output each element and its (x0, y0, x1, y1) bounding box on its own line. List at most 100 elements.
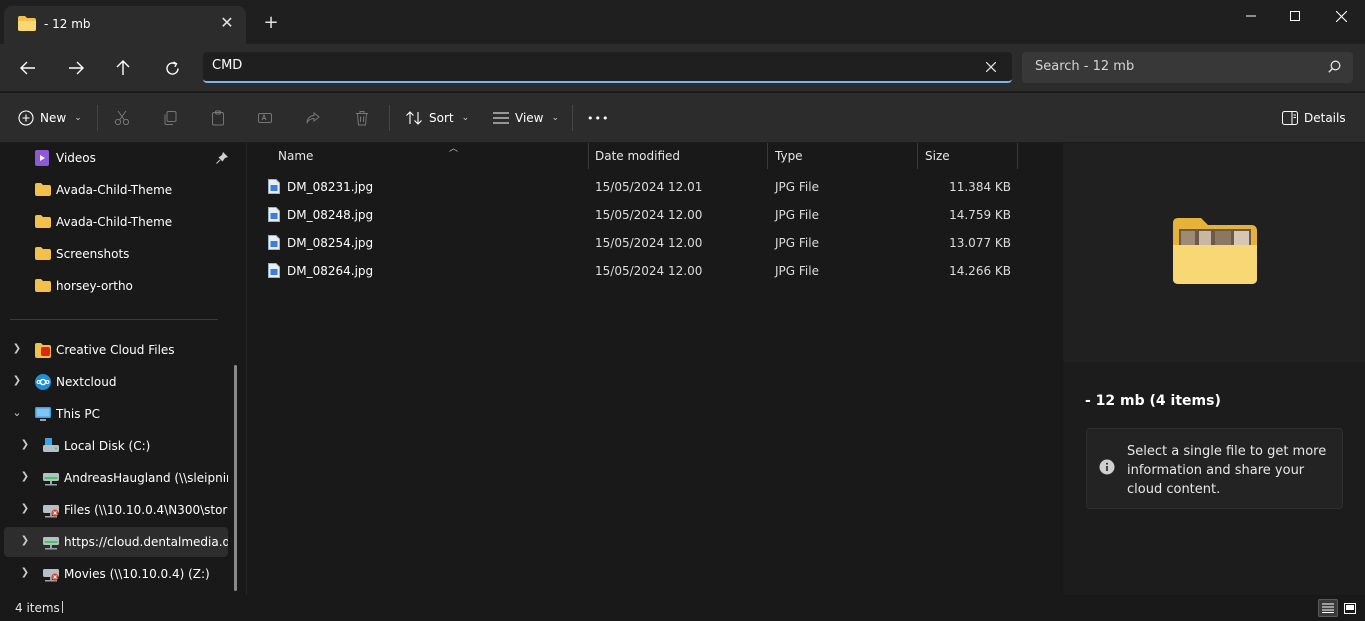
sidebar-scrollbar[interactable] (234, 365, 237, 591)
chevron-down-icon[interactable]: ⌄ (10, 406, 24, 419)
chevron-right-icon[interactable]: ❯ (18, 535, 32, 546)
chevron-right-icon[interactable]: ❯ (18, 567, 32, 578)
details-pane-button[interactable]: Details (1282, 105, 1346, 131)
image-file-icon (268, 263, 280, 281)
copy-icon (164, 111, 177, 125)
disconnected-drive-icon (43, 566, 59, 582)
column-header-size[interactable]: Size (918, 143, 1018, 169)
navigation-bar (0, 44, 1365, 92)
new-button-label: New (40, 111, 67, 125)
chevron-right-icon[interactable]: ❯ (18, 503, 32, 514)
sidebar-item-cloud-drive[interactable]: ❯ https://cloud.dentalmedia.dk/r (4, 527, 228, 557)
file-date: 15/05/2024 12.01 (595, 180, 703, 194)
folder-icon (18, 16, 36, 34)
sidebar-item-folder[interactable]: Avada-Child-Theme (4, 207, 228, 237)
sidebar-item-horsey-ortho[interactable]: horsey-ortho (4, 271, 228, 301)
sidebar-item-label: Creative Cloud Files (56, 343, 175, 357)
table-row[interactable]: DM_08254.jpg 15/05/2024 12.00 JPG File 1… (261, 229, 1021, 257)
column-header-date-modified[interactable]: Date modified (588, 143, 768, 169)
chevron-right-icon[interactable]: ❯ (10, 375, 24, 386)
more-options-button[interactable]: ••• (587, 105, 609, 131)
folder-icon (35, 247, 51, 263)
column-header-type[interactable]: Type (768, 143, 918, 169)
file-type: JPG File (775, 264, 819, 278)
view-lines-icon (493, 112, 509, 124)
details-title: - 12 mb (4 items) (1085, 393, 1221, 409)
pin-icon[interactable] (216, 152, 228, 167)
sidebar-item-nextcloud[interactable]: ❯ Nextcloud (4, 367, 228, 397)
sidebar-item-label: This PC (56, 407, 100, 421)
sort-ascending-icon: ︿ (449, 144, 459, 154)
new-button[interactable]: New ⌄ (18, 105, 82, 131)
videos-icon (35, 150, 51, 166)
table-row[interactable]: DM_08264.jpg 15/05/2024 12.00 JPG File 1… (261, 257, 1021, 285)
network-drive-icon (43, 534, 59, 550)
disconnected-drive-icon (43, 502, 59, 518)
view-button-label: View (515, 111, 544, 125)
sidebar-item-movies-drive[interactable]: ❯ Movies (\\10.10.0.4) (Z:) (4, 559, 228, 589)
delete-button[interactable] (354, 105, 370, 131)
maximize-button[interactable] (1272, 0, 1318, 32)
sidebar-item-creative-cloud[interactable]: ❯ Creative Cloud Files (4, 335, 228, 365)
table-row[interactable]: DM_08231.jpg 15/05/2024 12.01 JPG File 1… (261, 173, 1021, 201)
image-file-icon (268, 207, 280, 225)
details-view-button[interactable] (1318, 599, 1338, 617)
paste-button[interactable] (210, 105, 226, 131)
sidebar-item-local-disk[interactable]: ❯ Local Disk (C:) (4, 431, 228, 461)
close-window-button[interactable] (1318, 0, 1364, 32)
copy-button[interactable] (162, 105, 178, 131)
tab-title: - 12 mb (44, 17, 91, 31)
sidebar-item-network-drive[interactable]: ❯ AndreasHaugland (\\sleipnir\D (4, 463, 228, 493)
folder-icon (35, 279, 51, 295)
cut-button[interactable] (114, 105, 130, 131)
navigation-pane: Videos Avada-Child-Theme Avada-Child-The… (0, 143, 245, 595)
close-icon (1335, 10, 1347, 22)
toolbar-divider (97, 105, 98, 131)
address-bar[interactable] (203, 52, 1012, 83)
sidebar-item-folder[interactable]: Avada-Child-Theme (4, 175, 228, 205)
sidebar-divider (10, 319, 218, 320)
status-bar: 4 items (0, 595, 1365, 621)
file-type: JPG File (775, 180, 819, 194)
up-button[interactable] (108, 54, 138, 82)
view-button[interactable]: View ⌄ (493, 105, 559, 131)
file-date: 15/05/2024 12.00 (595, 208, 703, 222)
sidebar-item-label: Avada-Child-Theme (56, 215, 173, 229)
details-info-card: Select a single file to get more informa… (1086, 428, 1343, 509)
minimize-button[interactable] (1228, 0, 1274, 32)
address-input[interactable] (212, 58, 972, 73)
share-button[interactable] (305, 105, 321, 131)
folder-thumbnail-icon (1171, 215, 1259, 288)
chevron-down-icon: ⌄ (551, 113, 560, 123)
sidebar-item-screenshots[interactable]: Screenshots (4, 239, 228, 269)
close-tab-button[interactable]: ✕ (216, 12, 238, 34)
sidebar-item-this-pc[interactable]: ⌄ This PC (4, 399, 228, 429)
share-icon (306, 111, 320, 124)
tiles-view-button[interactable] (1340, 599, 1360, 617)
rename-button[interactable] (257, 105, 273, 131)
file-name: DM_08248.jpg (287, 208, 374, 222)
back-button[interactable] (13, 54, 43, 82)
refresh-button[interactable] (157, 54, 187, 82)
tab-current-folder[interactable]: - 12 mb ✕ (4, 6, 246, 44)
new-tab-button[interactable]: + (260, 12, 282, 34)
sidebar-item-files-drive[interactable]: ❯ Files (\\10.10.0.4\N300\storage) (4, 495, 228, 525)
clear-address-button[interactable] (982, 58, 1000, 76)
search-input[interactable] (1035, 59, 1315, 74)
sidebar-item-label: Local Disk (C:) (64, 439, 151, 453)
file-list: Name ︿ Date modified Type Size DM_08231.… (246, 143, 1062, 595)
column-header-name[interactable]: Name ︿ (271, 143, 589, 169)
chevron-right-icon[interactable]: ❯ (18, 439, 32, 450)
chevron-right-icon[interactable]: ❯ (10, 343, 24, 354)
chevron-right-icon[interactable]: ❯ (18, 471, 32, 482)
sort-button[interactable]: Sort ⌄ (405, 105, 469, 131)
sidebar-item-label: https://cloud.dentalmedia.dk/r (64, 535, 228, 549)
info-icon (1099, 459, 1115, 478)
forward-button[interactable] (61, 54, 91, 82)
table-row[interactable]: DM_08248.jpg 15/05/2024 12.00 JPG File 1… (261, 201, 1021, 229)
sidebar-item-videos[interactable]: Videos (4, 143, 228, 173)
rename-icon (258, 113, 272, 123)
sidebar-item-label: Avada-Child-Theme (56, 183, 173, 197)
search-box[interactable] (1022, 52, 1353, 83)
scissors-icon (114, 110, 130, 126)
